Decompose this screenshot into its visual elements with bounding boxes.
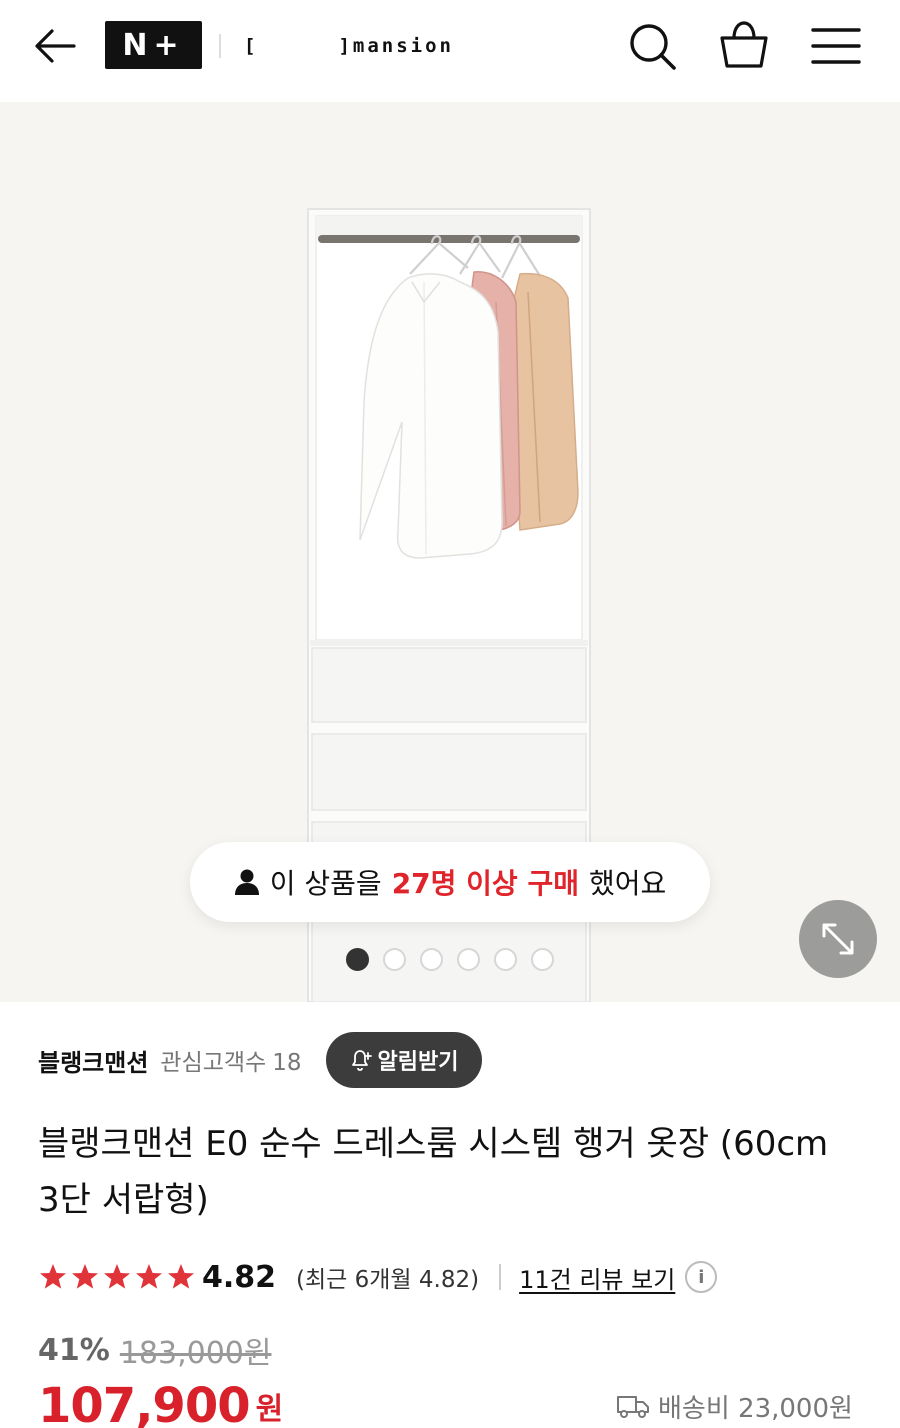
rating-value: 4.82 xyxy=(202,1259,277,1295)
info-icon[interactable]: i xyxy=(685,1261,718,1293)
star-icon xyxy=(40,1264,66,1289)
cart-button[interactable] xyxy=(716,18,772,74)
recent-rating: (최근 6개월 4.82) xyxy=(296,1267,480,1293)
seller-name[interactable]: 블랭크맨션 xyxy=(38,1043,148,1078)
expand-arrows-icon xyxy=(822,923,854,955)
fans-label: 관심고객수 18 xyxy=(160,1043,301,1077)
pagination-dot[interactable] xyxy=(346,948,369,971)
seller-row: 블랭크맨션 관심고객수 18 알림받기 xyxy=(38,1032,483,1088)
star-icon xyxy=(168,1264,194,1289)
rating-separator xyxy=(499,1264,502,1290)
pagination-dot[interactable] xyxy=(494,948,517,971)
zoom-button[interactable] xyxy=(799,900,877,978)
top-header: N+ [ ]mansion xyxy=(0,0,900,102)
shipping-fee: 배송비 23,000원 xyxy=(616,1386,853,1426)
product-title: 블랭크맨션 E0 순수 드레스룸 시스템 행거 옷장 (60cm 3단 서랍형) xyxy=(38,1124,829,1220)
bell-plus-icon xyxy=(351,1050,372,1071)
shipping-fee-text: 배송비 23,000원 xyxy=(658,1393,853,1424)
person-icon xyxy=(234,869,259,895)
price-row: 107,900 원 xyxy=(38,1378,283,1428)
review-link[interactable]: 11건 리뷰 보기 xyxy=(519,1260,675,1295)
discount-rate: 41% xyxy=(38,1332,110,1368)
star-rating xyxy=(38,1262,196,1292)
hamburger-menu-icon xyxy=(811,28,861,64)
back-button[interactable] xyxy=(30,22,80,72)
fans-label-text: 관심고객수 xyxy=(160,1050,267,1076)
purchase-count-highlight: 27명 이상 구매 xyxy=(391,867,579,900)
search-icon xyxy=(630,24,676,70)
brand-logo-right: ]mansion xyxy=(338,35,454,57)
gallery-pagination xyxy=(346,948,554,972)
purchase-count-badge: 이 상품을 27명 이상 구매 했어요 xyxy=(190,842,710,922)
pagination-dot[interactable] xyxy=(420,948,443,971)
purchase-text-post: 했어요 xyxy=(588,867,667,900)
fans-count: 18 xyxy=(272,1050,302,1076)
star-icon xyxy=(136,1264,162,1289)
shopping-bag-icon xyxy=(720,21,768,68)
rating-row: 4.82 (최근 6개월 4.82) 11건 리뷰 보기 i xyxy=(38,1256,718,1298)
currency-unit: 원 xyxy=(255,1392,284,1427)
pagination-dot[interactable] xyxy=(531,948,554,971)
alarm-label: 알림받기 xyxy=(377,1050,459,1075)
alarm-subscribe-button[interactable]: 알림받기 xyxy=(325,1032,483,1088)
brand-logo-left: [ xyxy=(244,35,259,57)
arrow-left-icon xyxy=(35,29,76,63)
star-icon xyxy=(104,1264,130,1289)
original-price: 183,000원 xyxy=(119,1336,272,1371)
purchase-text-pre: 이 상품을 xyxy=(269,867,382,900)
pagination-dot[interactable] xyxy=(457,948,480,971)
pagination-dot[interactable] xyxy=(383,948,406,971)
header-divider xyxy=(219,34,221,58)
nplus-logo[interactable]: N+ xyxy=(105,21,202,69)
brand-logo[interactable]: [ ]mansion xyxy=(244,33,454,59)
sale-price: 107,900 xyxy=(38,1378,251,1428)
search-button[interactable] xyxy=(624,18,680,74)
delivery-truck-icon xyxy=(617,1396,649,1418)
menu-button[interactable] xyxy=(808,18,864,74)
star-icon xyxy=(72,1264,98,1289)
discount-row: 41% 183,000원 xyxy=(38,1330,272,1372)
product-image-gallery[interactable]: 이 상품을 27명 이상 구매 했어요 xyxy=(0,102,900,1002)
